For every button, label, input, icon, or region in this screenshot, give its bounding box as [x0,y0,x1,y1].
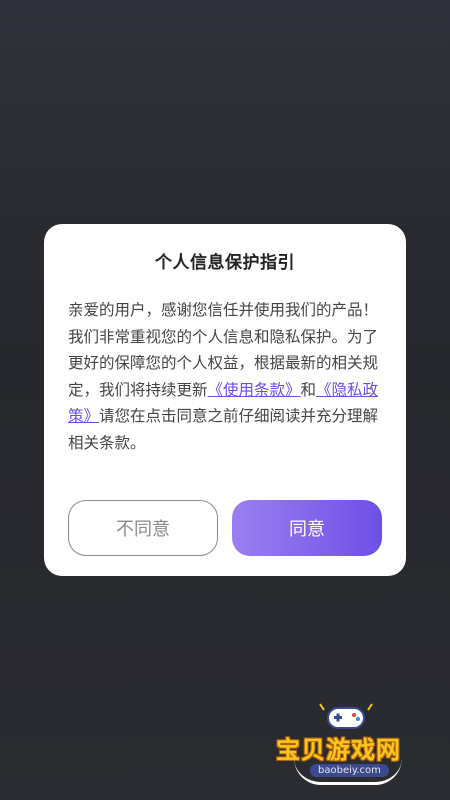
body-text-after: 请您在点击同意之前仔细阅读并充分理解相关条款。 [68,407,379,452]
gamepad-icon [319,703,373,729]
dialog-title: 个人信息保护指引 [155,253,295,273]
watermark-logo: 宝贝游戏网 baobeiy.com [272,700,422,788]
privacy-dialog: 个人信息保护指引 亲爱的用户，感谢您信任并使用我们的产品！我们非常重视您的个人信… [44,224,406,576]
dialog-body: 亲爱的用户，感谢您信任并使用我们的产品！我们非常重视您的个人信息和隐私保护。为了… [68,297,382,456]
dialog-buttons: 不同意 同意 [68,500,382,556]
watermark-url: baobeiy.com [310,764,389,777]
terms-of-use-link[interactable]: 《使用条款》 [208,381,301,399]
disagree-button[interactable]: 不同意 [68,500,218,556]
agree-button[interactable]: 同意 [232,500,382,556]
body-connector: 和 [300,380,317,399]
